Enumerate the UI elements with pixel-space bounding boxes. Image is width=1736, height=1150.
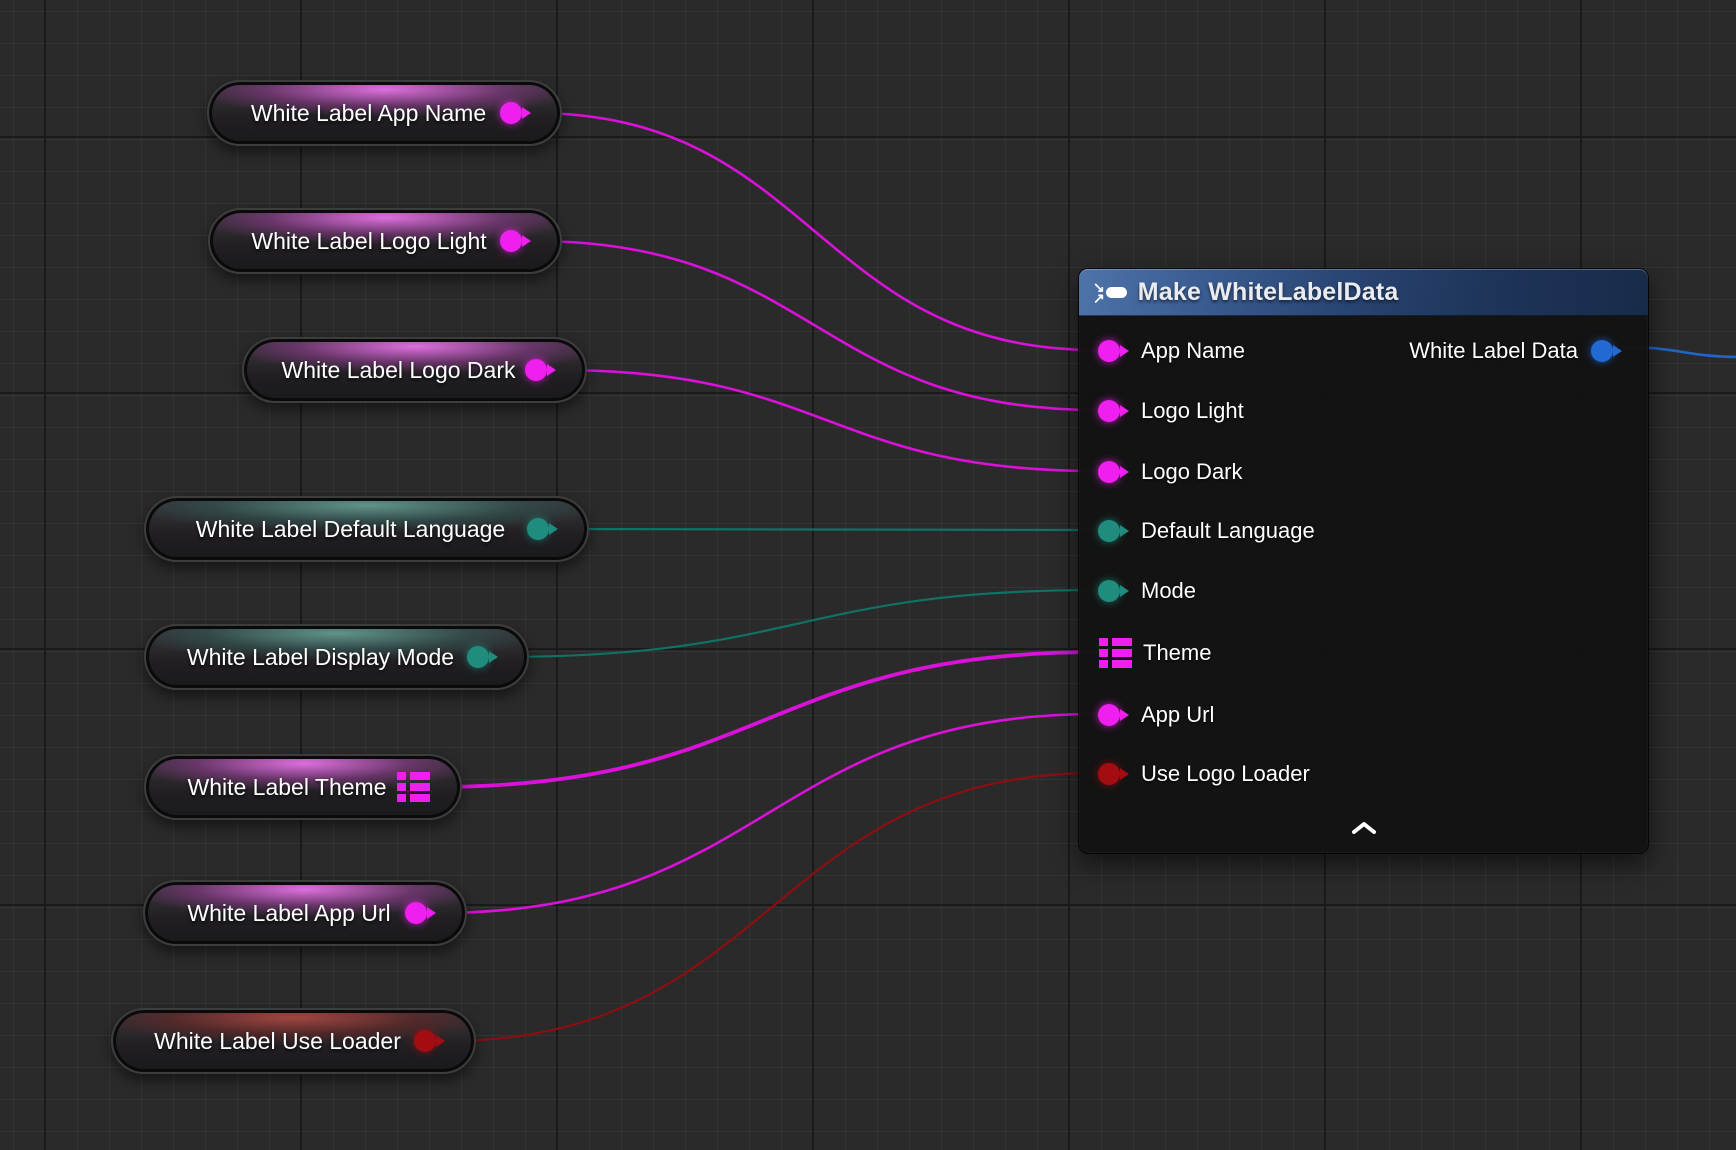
output-pin-row: White Label Data (1079, 334, 1648, 368)
input-pin-mode[interactable] (1098, 580, 1120, 602)
input-pin-theme[interactable] (1099, 638, 1132, 668)
make-whitelabeldata-node[interactable]: ↘↗ Make WhiteLabelData App Name Logo Lig… (1078, 268, 1649, 854)
variable-node-white-label-logo-dark[interactable]: White Label Logo Dark (242, 337, 587, 403)
input-pin-row: Use Logo Loader (1079, 757, 1648, 791)
variable-node-label: White Label App Name (251, 100, 486, 127)
variable-output-pin[interactable] (525, 359, 547, 381)
wire-white-label-default-language[interactable] (560, 529, 1097, 530)
input-pin-label: Logo Dark (1141, 459, 1243, 485)
input-pin-row: Mode (1079, 574, 1648, 608)
variable-node-white-label-theme[interactable]: White Label Theme (144, 754, 462, 820)
variable-node-label: White Label Theme (187, 774, 386, 801)
input-pin-label: Use Logo Loader (1141, 761, 1310, 787)
input-pin-row: Logo Dark (1079, 455, 1648, 489)
variable-node-white-label-app-url[interactable]: White Label App Url (143, 880, 467, 946)
input-pin-row: App Url (1079, 698, 1648, 732)
variable-node-label: White Label App Url (187, 900, 390, 927)
variable-node-white-label-logo-light[interactable]: White Label Logo Light (208, 208, 562, 274)
variable-output-pin[interactable] (405, 902, 427, 924)
input-pin-row: Logo Light (1079, 394, 1648, 428)
make-struct-icon: ↘↗ (1093, 282, 1127, 304)
output-pin-label: White Label Data (1409, 338, 1578, 364)
input-pin-logo-dark[interactable] (1098, 461, 1120, 483)
wire-white-label-display-mode[interactable] (500, 590, 1097, 657)
variable-node-white-label-default-language[interactable]: White Label Default Language (144, 496, 589, 562)
input-pin-label: Default Language (1141, 518, 1315, 544)
input-pin-label: App Url (1141, 702, 1214, 728)
variable-output-pin[interactable] (500, 102, 522, 124)
input-pin-logo-light[interactable] (1098, 400, 1120, 422)
node-header[interactable]: ↘↗ Make WhiteLabelData (1079, 269, 1648, 316)
input-pin-use-logo-loader[interactable] (1098, 763, 1120, 785)
variable-node-white-label-display-mode[interactable]: White Label Display Mode (144, 624, 529, 690)
variable-node-white-label-use-loader[interactable]: White Label Use Loader (111, 1008, 476, 1074)
variable-node-label: White Label Logo Dark (282, 357, 516, 384)
input-pin-label: Theme (1143, 640, 1211, 666)
node-title: Make WhiteLabelData (1138, 278, 1399, 307)
variable-node-white-label-app-name[interactable]: White Label App Name (207, 80, 562, 146)
wire-white-label-app-name[interactable] (533, 113, 1097, 350)
input-pin-app-url[interactable] (1098, 704, 1120, 726)
variable-output-pin[interactable] (397, 772, 430, 802)
output-pin-white-label-data[interactable] (1591, 340, 1613, 362)
wire-white-label-app-url[interactable] (438, 714, 1097, 913)
wire-white-label-logo-light[interactable] (533, 241, 1097, 410)
wire-white-label-use-loader[interactable] (447, 773, 1097, 1041)
variable-node-label: White Label Display Mode (187, 644, 454, 671)
wire-white-label-logo-dark[interactable] (558, 370, 1097, 471)
variable-output-pin[interactable] (414, 1030, 436, 1052)
input-pin-default-language[interactable] (1098, 520, 1120, 542)
variable-node-label: White Label Use Loader (154, 1028, 401, 1055)
blueprint-graph-canvas[interactable]: { "pin_colors":{"pink":"#ef1fef","teal":… (0, 0, 1736, 1150)
variable-output-pin[interactable] (467, 646, 489, 668)
wire-white-label-theme[interactable] (434, 652, 1098, 787)
variable-output-pin[interactable] (500, 230, 522, 252)
variable-node-label: White Label Default Language (196, 516, 505, 543)
variable-output-pin[interactable] (527, 518, 549, 540)
input-pin-label: Logo Light (1141, 398, 1244, 424)
input-pin-row: Theme (1079, 636, 1648, 670)
variable-node-label: White Label Logo Light (251, 228, 486, 255)
input-pin-row: Default Language (1079, 514, 1648, 548)
input-pin-label: Mode (1141, 578, 1196, 604)
chevron-up-icon (1350, 821, 1378, 835)
collapse-node-button[interactable] (1341, 817, 1387, 839)
